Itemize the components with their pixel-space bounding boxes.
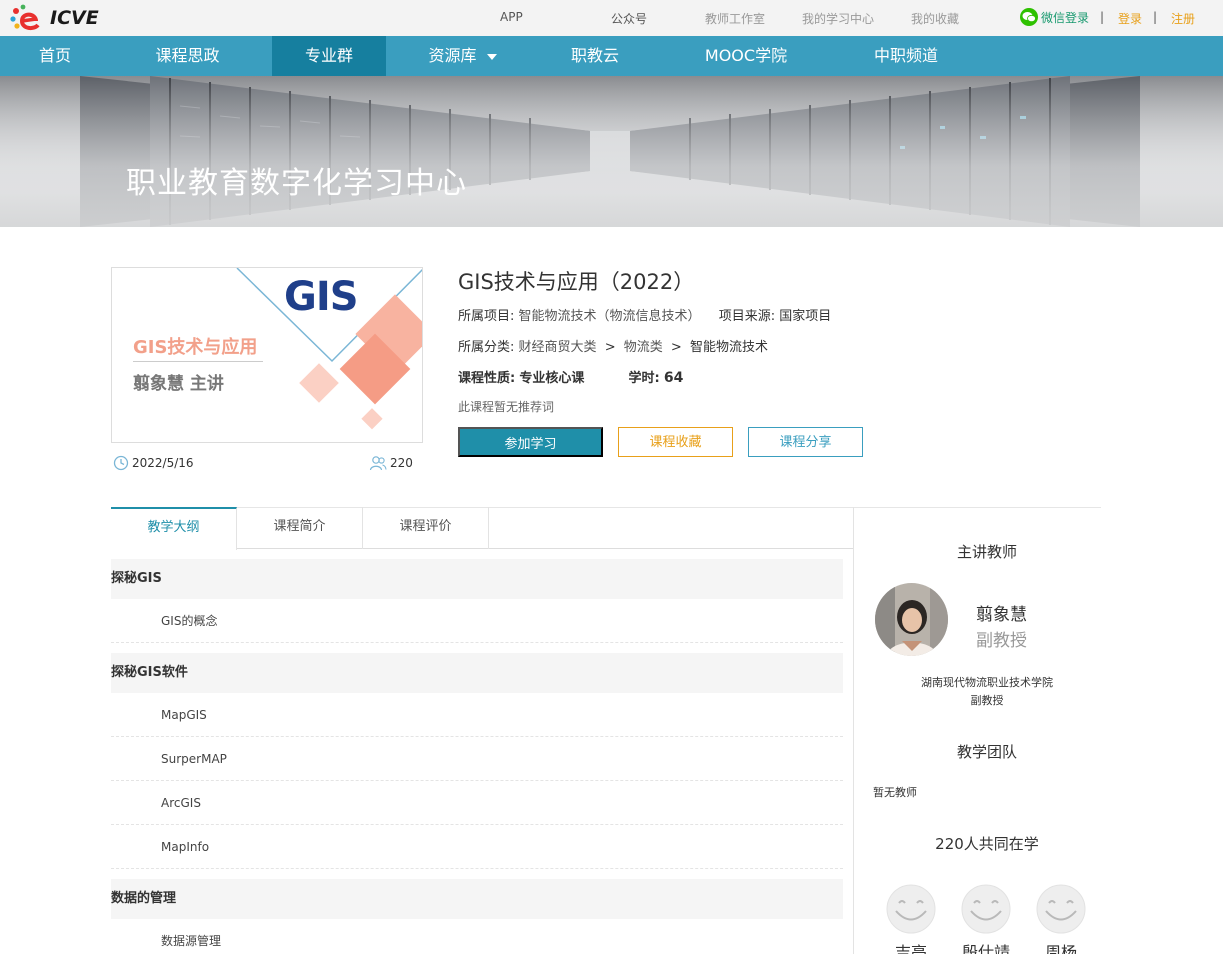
hours-value: 64: [663, 370, 684, 386]
join-course-button[interactable]: 参加学习: [458, 427, 603, 457]
learners-heading: 220人共同在学: [935, 835, 1039, 853]
nav-item-resource-library[interactable]: 资源库: [400, 36, 525, 76]
course-tabs: 教学大纲 课程简介 课程评价: [111, 507, 853, 550]
nav-item-label: 资源库: [428, 46, 477, 65]
lesson-item[interactable]: SurperMAP: [111, 737, 843, 781]
course-title: GIS技术与应用（2022）: [458, 270, 695, 294]
chapter-heading[interactable]: 探秘GIS: [111, 559, 843, 599]
no-recommendation-text: 此课程暂无推荐词: [458, 400, 555, 414]
share-course-button[interactable]: 课程分享: [748, 427, 863, 457]
official-account-link[interactable]: 公众号: [611, 10, 647, 27]
wechat-login-label: 微信登录: [1041, 10, 1090, 25]
course-date-value: 2022/5/16: [132, 456, 194, 470]
course-project-row: 所属项目: 智能物流技术（物流信息技术） 项目来源: 国家项目: [458, 305, 831, 324]
category-link[interactable]: 财经商贸大类: [519, 340, 597, 355]
app-link[interactable]: APP: [500, 10, 523, 24]
team-heading: 教学团队: [956, 743, 1017, 761]
teacher-name[interactable]: 翦象慧: [976, 600, 1027, 625]
nav-item-specialty-group[interactable]: 专业群: [272, 36, 386, 76]
chapter-heading[interactable]: 探秘GIS软件: [111, 653, 843, 693]
learner-count-value: 220: [390, 456, 413, 470]
chevron-down-icon: [486, 53, 497, 60]
teacher-studio-link[interactable]: 教师工作室: [705, 10, 765, 27]
course-date: 2022/5/16: [113, 455, 194, 471]
nav-item-home[interactable]: 首页: [0, 36, 110, 76]
nav-item-mooc[interactable]: MOOC学院: [686, 36, 806, 76]
cover-logo-text: GIS: [284, 274, 359, 320]
login-link[interactable]: 登录: [1118, 10, 1142, 27]
register-link[interactable]: 注册: [1171, 10, 1195, 27]
student-avatar-icon[interactable]: [1036, 884, 1086, 934]
top-utility-bar: ICVE APP 公众号 教师工作室 我的学习中心 我的收藏 微信登录 | 登录…: [0, 0, 1223, 36]
lesson-item[interactable]: MapGIS: [111, 693, 843, 737]
chapter-heading[interactable]: 数据的管理: [111, 879, 843, 919]
logo-text: ICVE: [50, 7, 99, 29]
category-separator: >: [670, 340, 682, 355]
lesson-item[interactable]: GIS的概念: [111, 599, 843, 643]
category-label: 所属分类:: [458, 340, 515, 355]
separator: |: [1153, 10, 1158, 24]
teacher-title: 副教授: [976, 631, 1027, 651]
tab-course-intro[interactable]: 课程简介: [237, 507, 363, 549]
teacher-rank: 副教授: [970, 694, 1004, 707]
wechat-icon: [1020, 8, 1038, 26]
nature-value: 专业核心课: [519, 371, 585, 386]
lesson-item[interactable]: ArcGIS: [111, 781, 843, 825]
main-nav: 首页 课程思政 专业群 资源库 职教云 MOOC学院 中职频道: [0, 36, 1223, 76]
nav-item-secondary-vocational[interactable]: 中职频道: [846, 36, 966, 76]
logo-mark-icon: [10, 4, 40, 31]
lecturer-heading: 主讲教师: [956, 543, 1017, 561]
users-icon: [369, 456, 387, 471]
course-nature-row: 课程性质: 专业核心课 学时: 64: [458, 367, 683, 386]
separator: |: [1100, 10, 1105, 24]
course-learner-count: 220: [369, 455, 413, 471]
hours-label: 学时:: [628, 371, 660, 386]
site-logo[interactable]: ICVE: [10, 2, 99, 34]
wechat-login-link[interactable]: 微信登录: [1020, 8, 1089, 26]
nature-label: 课程性质:: [458, 371, 516, 386]
student-name: 周杨: [1044, 943, 1077, 954]
lesson-item[interactable]: MapInfo: [111, 825, 843, 869]
category-link[interactable]: 智能物流技术: [690, 340, 768, 355]
lesson-item[interactable]: 数据源管理: [111, 919, 843, 954]
source-value: 国家项目: [779, 309, 832, 324]
tab-course-review[interactable]: 课程评价: [363, 507, 489, 549]
student-name: 吉亮: [894, 943, 927, 954]
cover-title: GIS技术与应用: [133, 337, 258, 358]
banner: 职业教育数字化学习中心: [0, 76, 1223, 227]
tab-syllabus[interactable]: 教学大纲: [111, 507, 237, 550]
server-room-image: [0, 76, 1223, 227]
teacher-school: 湖南现代物流职业技术学院: [921, 676, 1053, 689]
category-link[interactable]: 物流类: [624, 340, 663, 355]
my-favorites-link[interactable]: 我的收藏: [911, 10, 959, 27]
source-label: 项目来源:: [718, 309, 776, 324]
nav-item-course-ideology[interactable]: 课程思政: [125, 36, 250, 76]
banner-title: 职业教育数字化学习中心: [126, 166, 467, 201]
cover-divider: [133, 361, 263, 362]
category-separator: >: [604, 340, 616, 355]
clock-icon: [113, 455, 129, 471]
student-name: 殷仕靖: [961, 943, 1010, 954]
cover-author: 翦象慧 主讲: [133, 374, 224, 394]
course-category-row: 所属分类: 财经商贸大类 > 物流类 > 智能物流技术: [458, 336, 768, 355]
my-learning-center-link[interactable]: 我的学习中心: [802, 10, 874, 27]
project-label: 所属项目:: [458, 309, 515, 324]
course-cover-image[interactable]: GIS GIS技术与应用 翦象慧 主讲: [111, 267, 423, 443]
teacher-photo: [875, 583, 948, 656]
favorite-course-button[interactable]: 课程收藏: [618, 427, 733, 457]
student-avatar-icon[interactable]: [961, 884, 1011, 934]
nav-item-vocational-cloud[interactable]: 职教云: [535, 36, 655, 76]
teacher-avatar[interactable]: [875, 583, 948, 656]
no-teacher-text: 暂无教师: [873, 786, 917, 799]
project-value: 智能物流技术（物流信息技术）: [518, 309, 701, 324]
sidebar-divider: [853, 507, 854, 954]
student-avatar-icon[interactable]: [886, 884, 936, 934]
